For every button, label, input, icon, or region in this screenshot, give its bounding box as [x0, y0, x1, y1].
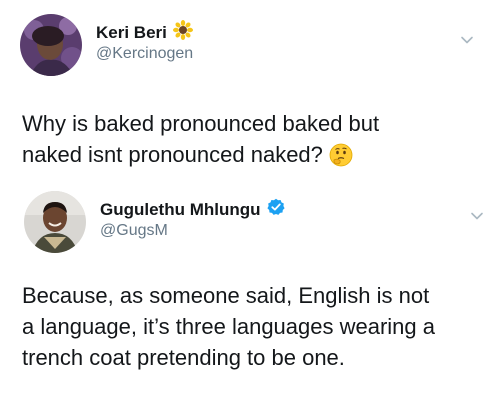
author-name-row: Keri Beri [96, 20, 193, 45]
tweet-text-line: trench coat pretending to be one. [22, 345, 345, 370]
author-name-row: Gugulethu Mhlungu [100, 198, 285, 221]
tweet-card[interactable]: Gugulethu Mhlungu @GugsM Because, as som… [0, 185, 500, 402]
tweet-card[interactable]: Keri Beri @Kercinogen Why is baked prono… [0, 0, 500, 195]
tweet-text-line-with-emoji: naked isnt pronounced naked? [22, 139, 492, 175]
avatar[interactable] [24, 191, 86, 253]
author-handle[interactable]: @GugsM [100, 222, 168, 240]
tweet-text: Why is baked pronounced baked but naked … [22, 108, 492, 175]
tweet-text-line: a language, it’s three languages wearing… [22, 314, 436, 339]
sunflower-emoji-icon [172, 20, 193, 45]
verified-badge-icon [266, 198, 285, 221]
tweet-text: Because, as someone said, English is not… [22, 280, 492, 373]
author-display-name[interactable]: Keri Beri [96, 23, 167, 43]
thinking-face-emoji-icon [329, 143, 353, 175]
author-display-name[interactable]: Gugulethu Mhlungu [100, 200, 261, 220]
tweet-text-line: Because, as someone said, English is not [22, 283, 430, 308]
chevron-down-icon[interactable] [470, 209, 484, 223]
chevron-down-icon[interactable] [460, 33, 474, 47]
tweet-text-line: Why is baked pronounced baked but [22, 111, 380, 136]
avatar[interactable] [20, 14, 82, 76]
author-handle[interactable]: @Kercinogen [96, 45, 193, 63]
tweet-text-line: naked isnt pronounced naked? [22, 142, 323, 167]
